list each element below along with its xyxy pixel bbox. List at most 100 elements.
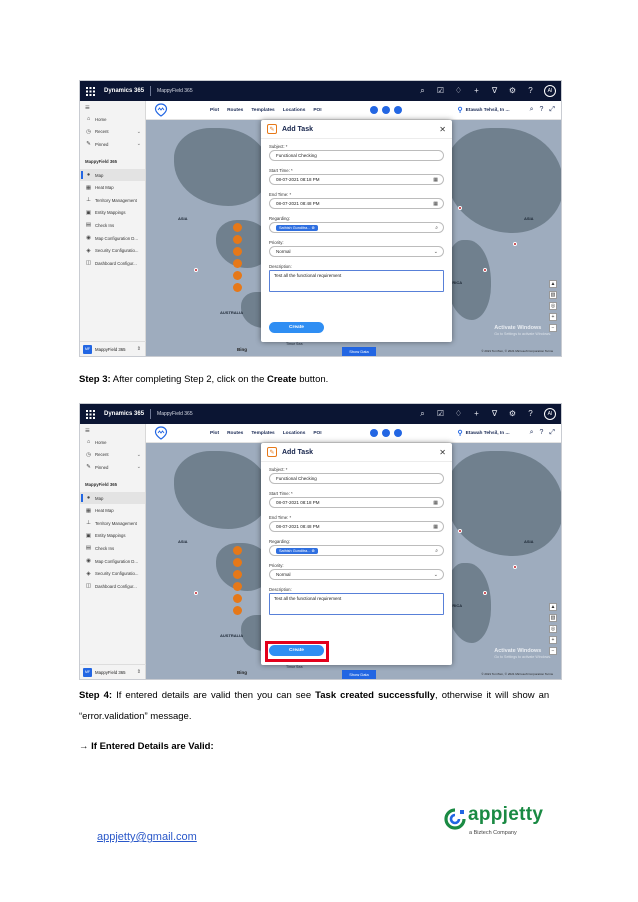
area-switcher[interactable]: MF MappyField 365 ⇕: [80, 341, 146, 356]
chevron-down-icon[interactable]: ⌄: [434, 249, 438, 255]
tab-locations[interactable]: Locations: [283, 431, 306, 436]
expand-icon[interactable]: ⤢: [549, 106, 555, 114]
view-toggle-button[interactable]: [369, 429, 378, 437]
tab-templates[interactable]: Templates: [251, 108, 274, 113]
sidebar-item-check-ins[interactable]: ▤ Check Ins: [80, 542, 145, 555]
calendar-icon[interactable]: ▦: [433, 201, 438, 207]
tab-poi[interactable]: POI: [313, 431, 321, 436]
end-time-input[interactable]: 08-07-2021 08:48 PM ▦: [269, 521, 444, 532]
sidebar-item-check-ins[interactable]: ▤ Check Ins: [80, 219, 145, 232]
view-toggle-button[interactable]: [381, 106, 390, 114]
gear-icon[interactable]: ⚙: [508, 410, 517, 418]
search-icon[interactable]: ⌕: [418, 410, 427, 418]
view-toggle-button[interactable]: [393, 106, 402, 114]
search-icon[interactable]: ⌕: [530, 106, 534, 114]
current-location[interactable]: Etawah Tehsil, In ...: [466, 431, 510, 436]
zoom-in-icon[interactable]: +: [549, 313, 557, 321]
map-marker[interactable]: [194, 268, 198, 272]
sidebar-item-heat-map[interactable]: ▦ Heat Map: [80, 181, 145, 194]
filter-icon[interactable]: ∇: [490, 410, 499, 418]
tab-routes[interactable]: Routes: [227, 431, 243, 436]
map-tool-button[interactable]: [233, 283, 242, 292]
map-marker[interactable]: [513, 565, 517, 569]
avatar[interactable]: AI: [544, 408, 556, 420]
map-tool-button[interactable]: [233, 223, 242, 232]
subject-input[interactable]: Functional Checking: [269, 150, 444, 161]
map-marker[interactable]: [194, 591, 198, 595]
map-marker[interactable]: [458, 206, 462, 210]
close-icon[interactable]: ✕: [439, 125, 446, 134]
map-tool-button[interactable]: [233, 606, 242, 615]
sidebar-item-entity[interactable]: ▣ Entity Mappings: [80, 207, 145, 220]
tab-plot[interactable]: Plot: [210, 108, 219, 113]
avatar[interactable]: AI: [544, 85, 556, 97]
regarding-lookup[interactable]: Sathish Gunditra... ⊗ ⌕: [269, 545, 444, 556]
map-marker[interactable]: [483, 268, 487, 272]
layers-icon[interactable]: ▧: [549, 614, 557, 622]
lightbulb-icon[interactable]: ♢: [454, 87, 463, 95]
calendar-icon[interactable]: ▦: [433, 524, 438, 530]
sidebar-item-recent[interactable]: ◷ Recent ⌄: [80, 126, 145, 139]
current-location[interactable]: Etawah Tehsil, In ...: [466, 108, 510, 113]
task-icon[interactable]: ☑: [436, 410, 445, 418]
app-name[interactable]: MappyField 365: [151, 88, 193, 94]
chevron-down-icon[interactable]: ⌄: [434, 572, 438, 578]
compass-icon[interactable]: ▲: [549, 280, 557, 288]
view-toggle-button[interactable]: [369, 106, 378, 114]
search-icon[interactable]: ⌕: [435, 225, 438, 231]
calendar-icon[interactable]: ▦: [433, 500, 438, 506]
chevron-down-icon[interactable]: ⌄: [137, 452, 141, 458]
search-icon[interactable]: ⌕: [418, 87, 427, 95]
map-tool-button[interactable]: [233, 271, 242, 280]
map-tool-button[interactable]: [233, 594, 242, 603]
plus-icon[interactable]: +: [472, 410, 481, 418]
gear-icon[interactable]: ⚙: [508, 87, 517, 95]
priority-select[interactable]: Normal ⌄: [269, 246, 444, 257]
sidebar-item-territory[interactable]: ⊥ Territory Management: [80, 517, 145, 530]
tab-plot[interactable]: Plot: [210, 431, 219, 436]
map-tool-button[interactable]: [233, 259, 242, 268]
description-textarea[interactable]: Test all the functional requirement: [269, 270, 444, 292]
map-tool-button[interactable]: [233, 546, 242, 555]
search-icon[interactable]: ⌕: [435, 548, 438, 554]
area-switcher[interactable]: MF MappyField 365 ⇕: [80, 664, 146, 679]
sidebar-item-territory[interactable]: ⊥ Territory Management: [80, 194, 145, 207]
task-icon[interactable]: ☑: [436, 87, 445, 95]
create-button[interactable]: Create: [269, 322, 324, 333]
regarding-tag[interactable]: Sathish Gunditra... ⊗: [276, 224, 318, 231]
map-marker[interactable]: [483, 591, 487, 595]
map-tool-button[interactable]: [233, 582, 242, 591]
expand-icon[interactable]: ⤢: [549, 429, 555, 437]
sidebar-item-map[interactable]: ● Map: [80, 491, 145, 505]
switch-icon[interactable]: ⇕: [137, 669, 141, 675]
map-tool-button[interactable]: [233, 558, 242, 567]
sidebar-item-dashboard[interactable]: ◫ Dashboard Configur...: [80, 257, 145, 270]
help-icon[interactable]: ?: [539, 429, 543, 437]
regarding-lookup[interactable]: Sathish Gunditra... ⊗ ⌕: [269, 222, 444, 233]
filter-icon[interactable]: ∇: [490, 87, 499, 95]
tab-poi[interactable]: POI: [313, 108, 321, 113]
locate-icon[interactable]: ◎: [549, 302, 557, 310]
view-toggle-button[interactable]: [393, 429, 402, 437]
view-toggle-button[interactable]: [381, 429, 390, 437]
help-icon[interactable]: ?: [526, 87, 535, 95]
sidebar-item-map-config[interactable]: ◉ Map Configuration D...: [80, 555, 145, 568]
sidebar-item-security[interactable]: ◈ Security Configuratio...: [80, 244, 145, 257]
map-tool-button[interactable]: [233, 570, 242, 579]
start-time-input[interactable]: 08-07-2021 08:18 PM ▦: [269, 174, 444, 185]
help-icon[interactable]: ?: [539, 106, 543, 114]
switch-icon[interactable]: ⇕: [137, 346, 141, 352]
close-icon[interactable]: ✕: [439, 448, 446, 457]
app-name[interactable]: MappyField 365: [151, 411, 193, 417]
sidebar-item-home[interactable]: ⌂ Home: [80, 436, 145, 449]
compass-icon[interactable]: ▲: [549, 603, 557, 611]
chevron-down-icon[interactable]: ⌄: [137, 129, 141, 135]
sidebar-item-pinned[interactable]: ✎ Pinned ⌄: [80, 138, 145, 151]
locate-icon[interactable]: ◎: [549, 625, 557, 633]
start-time-input[interactable]: 08-07-2021 08:18 PM ▦: [269, 497, 444, 508]
map-marker[interactable]: [458, 529, 462, 533]
description-textarea[interactable]: Test all the functional requirement: [269, 593, 444, 615]
sidebar-item-pinned[interactable]: ✎ Pinned ⌄: [80, 461, 145, 474]
plus-icon[interactable]: +: [472, 87, 481, 95]
search-icon[interactable]: ⌕: [530, 429, 534, 437]
